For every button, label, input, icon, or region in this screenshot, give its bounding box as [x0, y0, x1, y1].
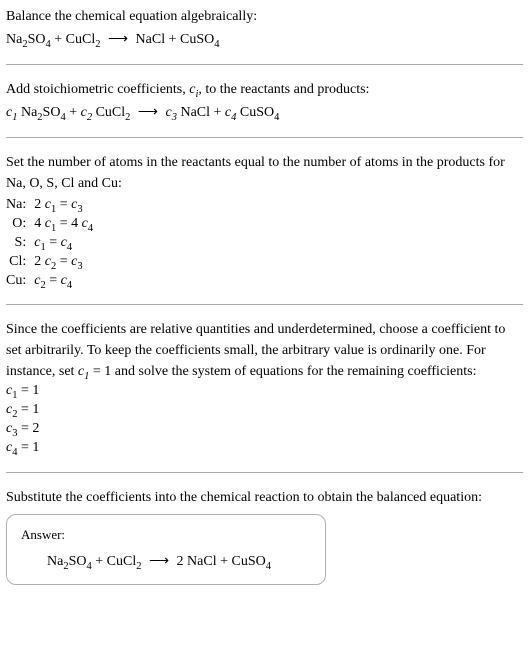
balance-equation: c1 = c4	[34, 234, 99, 253]
divider	[6, 137, 523, 138]
product-nacl: NaCl	[187, 554, 217, 569]
substitute-section: Substitute the coefficients into the che…	[6, 487, 523, 508]
coefficient-list: c1 = 1c2 = 1c3 = 2c4 = 1	[6, 382, 523, 458]
answer-label: Answer:	[21, 525, 311, 545]
element-label: O:	[6, 215, 34, 234]
reactant-na2so4: Na2SO4	[21, 105, 66, 120]
stoich-section: Add stoichiometric coefficients, ci, to …	[6, 79, 523, 123]
intro-text: Balance the chemical equation algebraica…	[6, 6, 523, 27]
element-label: Na:	[6, 196, 34, 215]
divider	[6, 64, 523, 65]
balance-equation: c2 = c4	[34, 272, 99, 291]
product-cuso4: CuSO4	[240, 105, 279, 120]
balance-equation: 2 c1 = c3	[34, 196, 99, 215]
stoich-text: Add stoichiometric coefficients, ci, to …	[6, 79, 523, 100]
reactant-cucl2: CuCl2	[96, 105, 131, 120]
coefficient-value: c3 = 2	[6, 420, 523, 439]
table-row: Na:2 c1 = c3	[6, 196, 99, 215]
choose-coefficient-section: Since the coefficients are relative quan…	[6, 319, 523, 458]
product-nacl: NaCl	[136, 32, 166, 47]
divider	[6, 472, 523, 473]
reactant-na2so4: Na2SO4	[6, 32, 51, 47]
atom-balance-section: Set the number of atoms in the reactants…	[6, 152, 523, 290]
element-label: Cl:	[6, 253, 34, 272]
equation-unbalanced: Na2SO4 + CuCl2 ⟶ NaCl + CuSO4	[6, 29, 523, 50]
substitute-text: Substitute the coefficients into the che…	[6, 487, 523, 508]
element-label: S:	[6, 234, 34, 253]
table-row: Cl:2 c2 = c3	[6, 253, 99, 272]
reactant-cucl2: CuCl2	[66, 32, 101, 47]
product-cuso4: CuSO4	[180, 32, 219, 47]
divider	[6, 304, 523, 305]
coefficient-value: c1 = 1	[6, 382, 523, 401]
coefficient-value: c2 = 1	[6, 401, 523, 420]
element-label: Cu:	[6, 272, 34, 291]
arrow-icon: ⟶	[138, 102, 158, 123]
equation-with-coefficients: c1 Na2SO4 + c2 CuCl2 ⟶ c3 NaCl + c4 CuSO…	[6, 102, 523, 123]
choose-text: Since the coefficients are relative quan…	[6, 319, 523, 382]
answer-box: Answer: Na2SO4 + CuCl2 ⟶ 2 NaCl + CuSO4	[6, 514, 326, 585]
balance-equation: 4 c1 = 4 c4	[34, 215, 99, 234]
coefficient-value: c4 = 1	[6, 439, 523, 458]
table-row: Cu:c2 = c4	[6, 272, 99, 291]
table-row: O:4 c1 = 4 c4	[6, 215, 99, 234]
atom-balance-text: Set the number of atoms in the reactants…	[6, 152, 523, 194]
reactant-cucl2: CuCl2	[107, 554, 142, 569]
arrow-icon: ⟶	[108, 29, 128, 50]
product-nacl: NaCl	[180, 105, 210, 120]
reactant-na2so4: Na2SO4	[47, 554, 92, 569]
arrow-icon: ⟶	[149, 551, 169, 572]
table-row: S:c1 = c4	[6, 234, 99, 253]
intro-section: Balance the chemical equation algebraica…	[6, 6, 523, 50]
balance-equation: 2 c2 = c3	[34, 253, 99, 272]
balanced-equation: Na2SO4 + CuCl2 ⟶ 2 NaCl + CuSO4	[21, 551, 311, 572]
atom-balance-table: Na:2 c1 = c3O:4 c1 = 4 c4S:c1 = c4Cl:2 c…	[6, 196, 99, 290]
product-cuso4: CuSO4	[232, 554, 271, 569]
